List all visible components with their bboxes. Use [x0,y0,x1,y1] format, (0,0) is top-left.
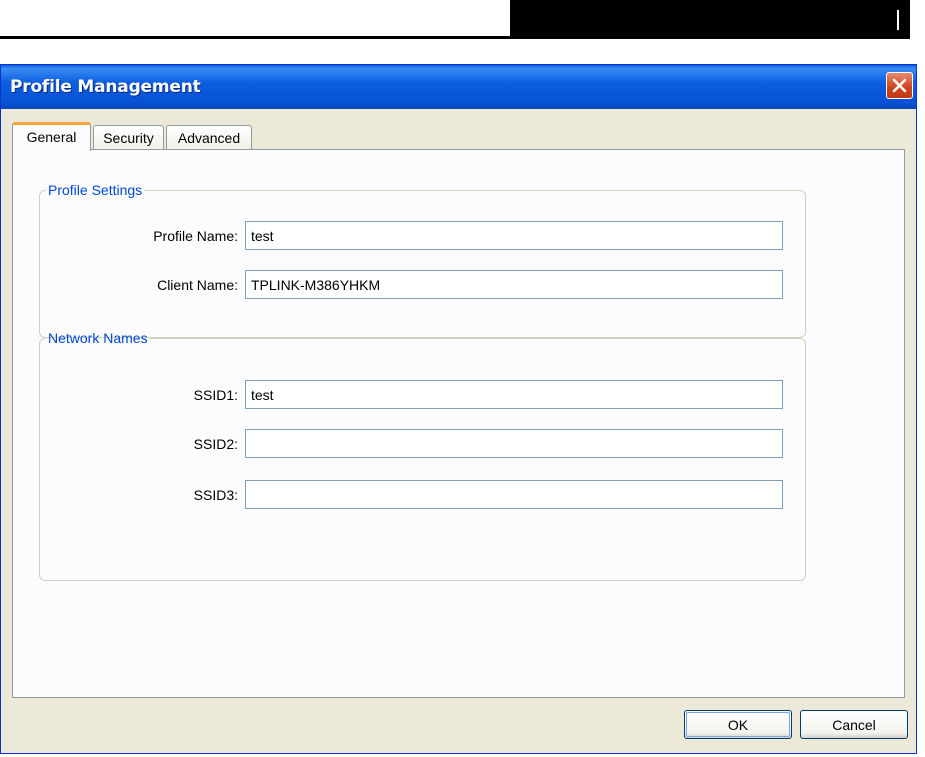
ssid2-input[interactable] [245,429,783,458]
tab-general[interactable]: General [12,122,91,151]
close-x-icon [892,78,907,93]
profile-management-window: Profile Management General Security Adva… [0,64,917,754]
profile-name-label: Profile Name: [153,228,238,244]
ssid1-input[interactable] [245,380,783,409]
profile-settings-legend: Profile Settings [48,182,143,198]
ssid1-label: SSID1: [193,387,238,403]
ssid2-label: SSID2: [193,436,238,452]
general-tab-panel: Profile Settings Profile Name: Client Na… [12,149,905,698]
cancel-button[interactable]: Cancel [800,710,908,739]
network-names-group: Network Names SSID1: SSID2: SSID3: [39,330,806,581]
tab-security[interactable]: Security [93,125,164,150]
page-header-rule [0,36,510,39]
page-header-block [510,0,910,39]
tab-advanced[interactable]: Advanced [166,125,252,150]
client-name-label: Client Name: [157,277,238,293]
ok-button[interactable]: OK [684,710,792,739]
profile-settings-group: Profile Settings Profile Name: Client Na… [39,182,806,338]
title-bar[interactable]: Profile Management [1,65,916,109]
network-names-legend: Network Names [48,330,148,346]
ssid3-label: SSID3: [193,487,238,503]
window-title: Profile Management [10,77,201,97]
profile-name-input[interactable] [245,221,783,250]
close-button[interactable] [886,72,913,99]
ssid3-input[interactable] [245,480,783,509]
page-header-tick [897,10,899,30]
client-name-input[interactable] [245,270,783,299]
